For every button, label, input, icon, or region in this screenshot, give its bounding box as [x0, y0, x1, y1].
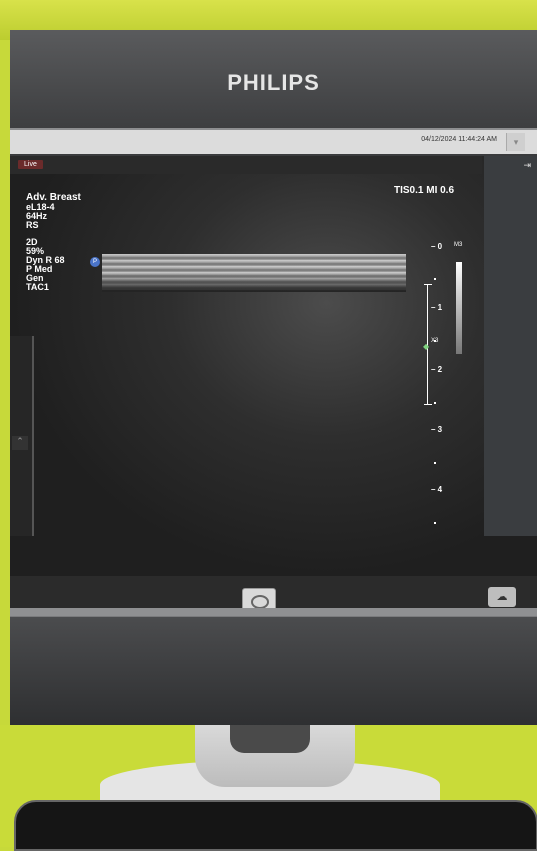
depth-tick-2: – 2 [431, 365, 443, 374]
tis-mi-readout: TIS0.1 MI 0.6 [394, 185, 455, 196]
probe-orientation-marker: P [90, 257, 100, 267]
left-side-panel: ⌃ [10, 336, 34, 536]
live-badge: Live [18, 160, 43, 169]
monitor-stand-neck [230, 725, 310, 753]
status-menu-tab[interactable]: ▾ [506, 133, 525, 151]
cloud-button[interactable]: ☁ [488, 587, 516, 607]
status-bar: 04/12/2024 11:44:24 AM ▾ [10, 130, 537, 154]
tac-setting: TAC1 [26, 282, 49, 292]
monitor-top-bezel: PHILIPS [10, 30, 537, 131]
foreground-device [14, 800, 537, 851]
right-side-panel: ⇥ [484, 156, 537, 536]
depth-tick-4: – 4 [431, 485, 443, 494]
depth-tick-1: – 1 [431, 303, 443, 312]
chevron-up-icon[interactable]: ⌃ [12, 436, 28, 450]
cloud-icon: ☁ [496, 591, 508, 603]
live-strip: Live [10, 156, 482, 174]
focus-marker-icon[interactable]: ◆ [423, 342, 429, 351]
brand-logo: PHILIPS [227, 70, 320, 95]
monitor: PHILIPS 04/12/2024 11:44:24 AM ▾ Live ⇥ … [10, 30, 537, 726]
monitor-bottom-bezel [10, 616, 537, 726]
gray-map-label: M3 [454, 242, 463, 248]
rs-mode: RS [26, 220, 39, 230]
imaging-parameters: Adv. Breast eL18-4 64Hz RS 2D 59% Dyn R … [26, 192, 81, 292]
ultrasound-screen: Live ⇥ ⌃ Adv. Breast eL18-4 64Hz RS 2D 5… [10, 156, 537, 636]
pin-icon[interactable]: ⇥ [523, 160, 531, 171]
home-button-icon [251, 595, 269, 609]
gray-scale-bar [456, 262, 462, 354]
depth-tick-3: – 3 [431, 425, 443, 434]
date-time: 04/12/2024 11:44:24 AM [421, 136, 497, 143]
depth-tick-0: – 0 [431, 242, 443, 251]
screen-lower-edge [10, 608, 537, 616]
